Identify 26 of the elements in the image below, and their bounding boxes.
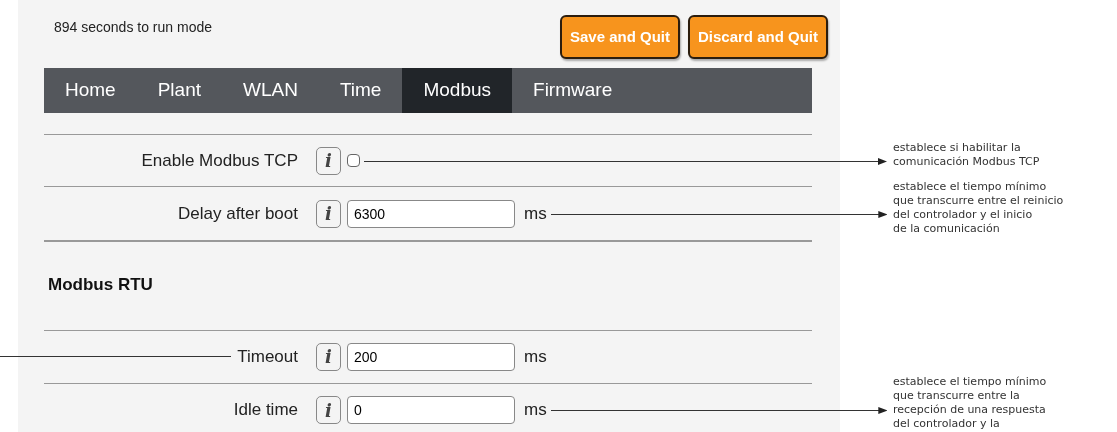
number-field[interactable]: 0 (347, 396, 515, 424)
annotation-text: establece el tiempo mínimo que transcurre entre la recepción de una respuesta del controlador y la (893, 375, 1047, 431)
checkbox[interactable] (347, 154, 360, 167)
status-text: 894 seconds to run mode (54, 18, 212, 37)
nav-tab[interactable]: Plant (136, 68, 222, 113)
unit-label: ms (524, 202, 547, 225)
field-label: Delay after boot (178, 203, 298, 223)
number-field[interactable]: 6300 (347, 199, 515, 228)
unit-label: ms (524, 345, 547, 368)
annotation-text: establece si habilitar la comunicación Modbus TCP (893, 141, 1040, 169)
field-label: Enable Modbus TCP (141, 150, 298, 170)
nav-tab[interactable]: Firmware (512, 68, 634, 113)
info-button[interactable]: i (316, 342, 341, 371)
nav-tab[interactable]: WLAN (222, 68, 319, 113)
nav-tab[interactable]: Modbus (402, 68, 513, 113)
nav-tab[interactable]: Home (44, 68, 137, 113)
nav-tab[interactable]: Time (318, 68, 403, 113)
field-label: Timeout (237, 346, 298, 366)
info-button[interactable]: i (316, 146, 341, 175)
field-label: Idle time (233, 400, 298, 420)
info-button[interactable]: i (316, 396, 341, 424)
annotation-text: establece el tiempo mínimo que transcurre entre el reinicio del controlador y el inicio de la comunicación (893, 180, 1064, 236)
section-heading: Modbus RTU (44, 241, 812, 330)
info-button[interactable]: i (316, 199, 341, 228)
number-field[interactable]: 200 (347, 342, 515, 371)
unit-label: ms (524, 399, 547, 422)
